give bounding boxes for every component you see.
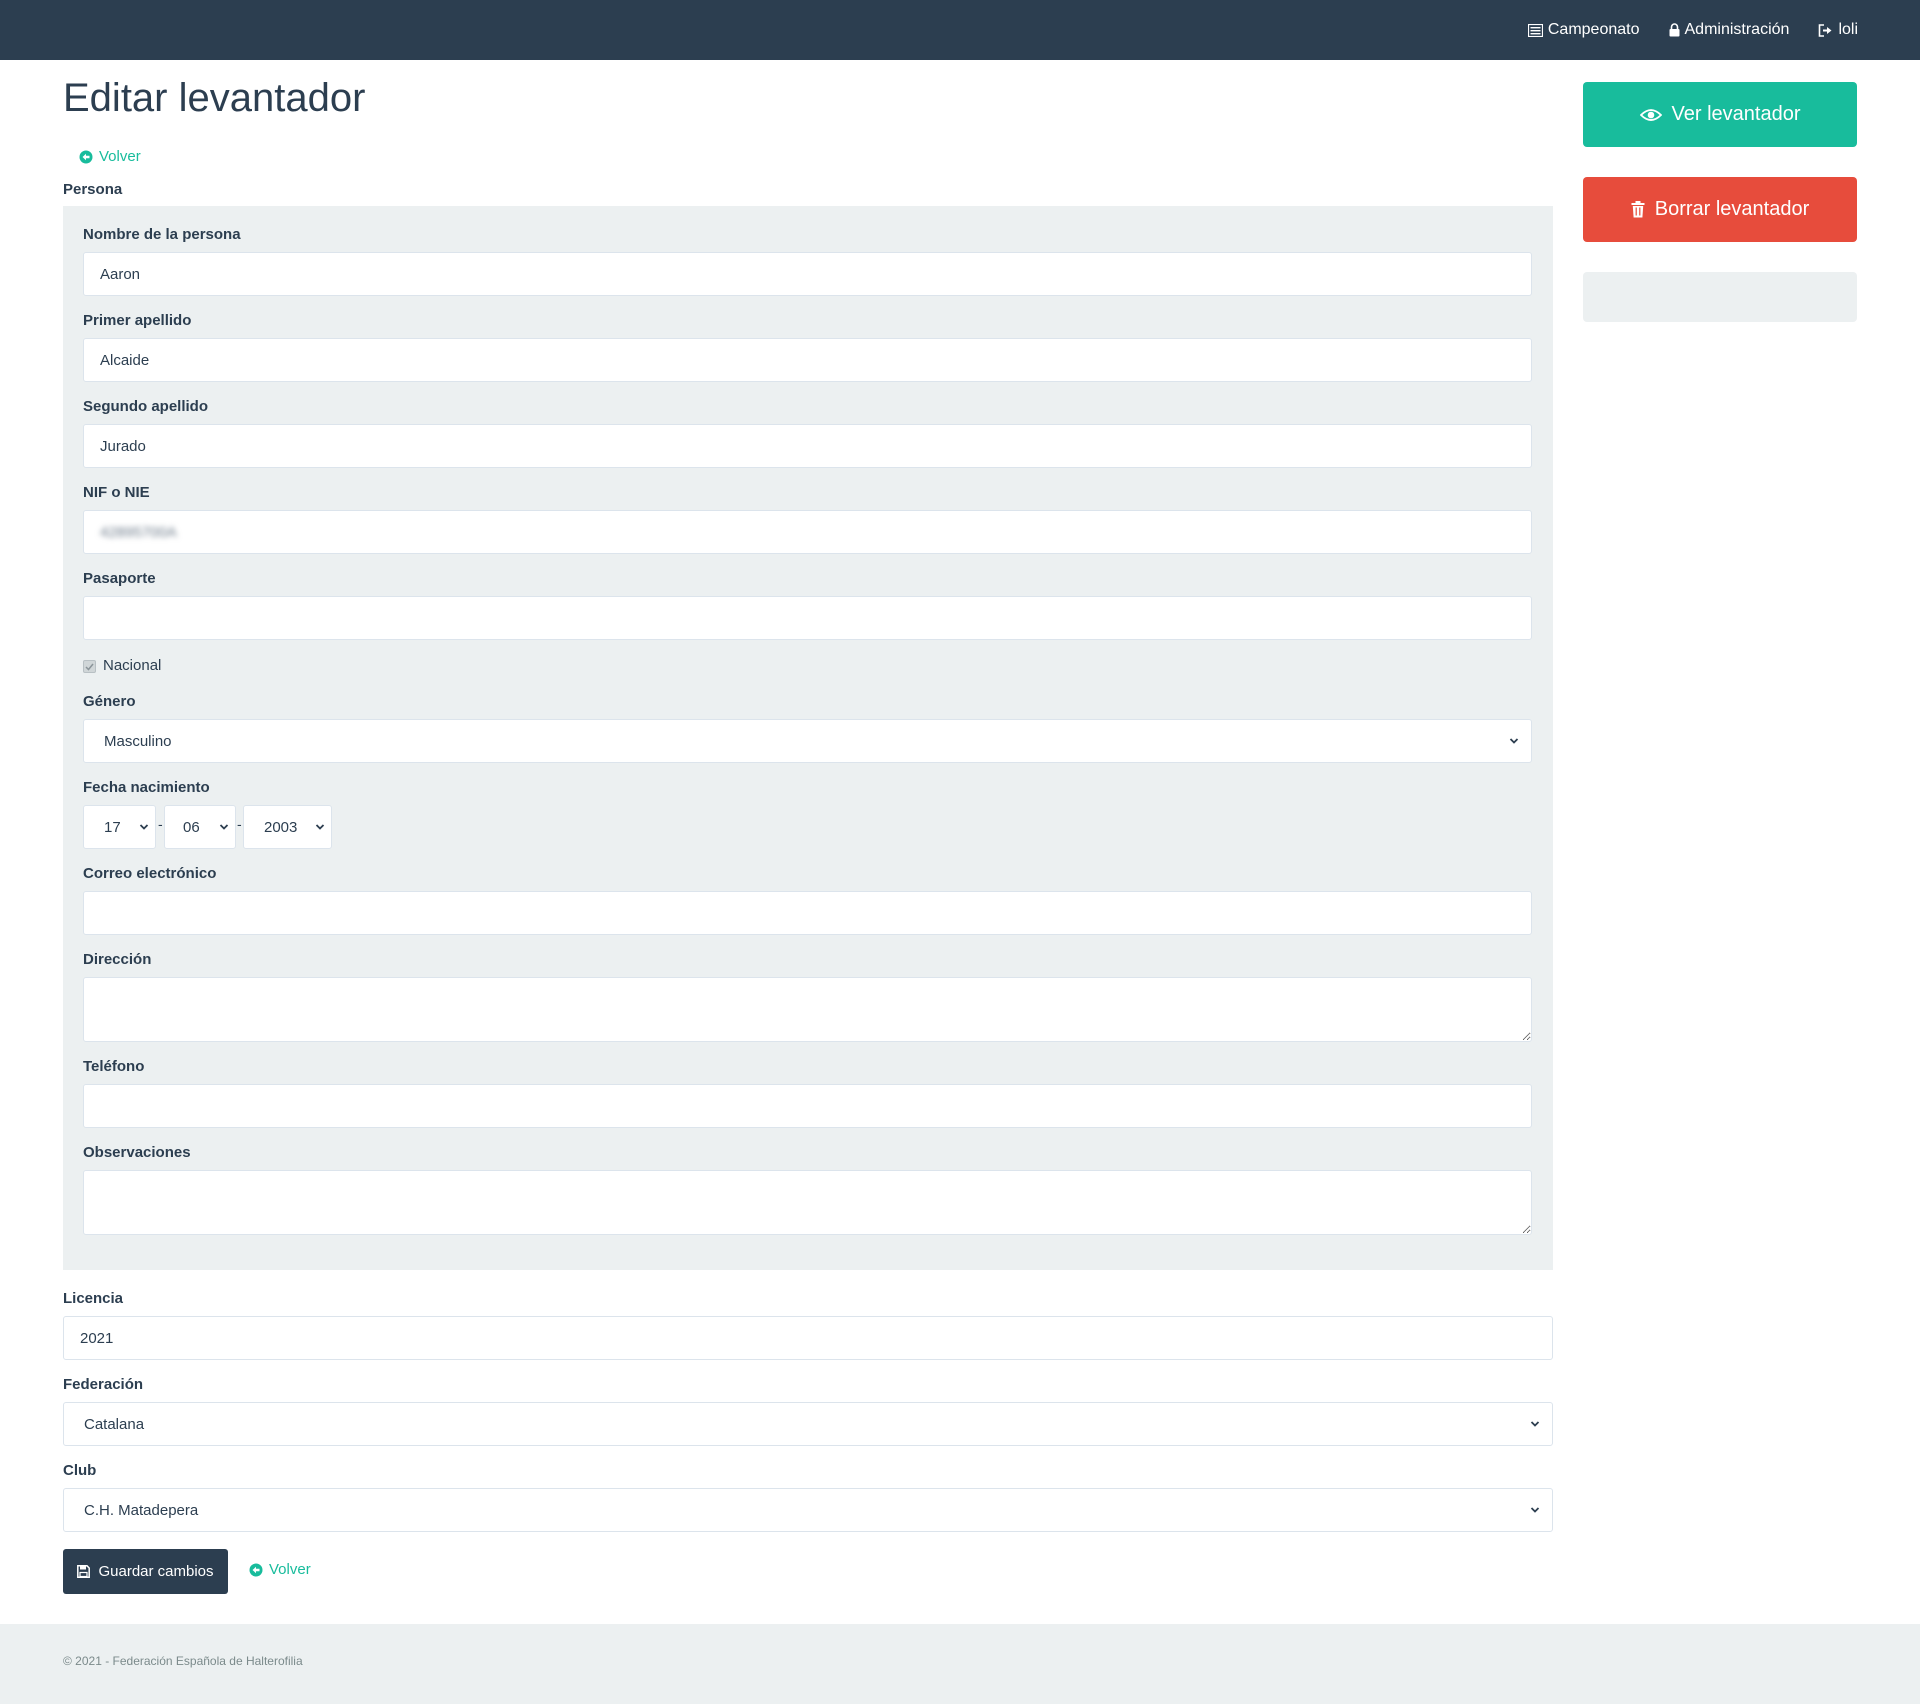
trash-icon	[1631, 201, 1645, 218]
correo-input[interactable]	[83, 891, 1532, 935]
chevron-down-icon	[219, 824, 229, 830]
back-link-bottom[interactable]: Volver	[249, 1561, 311, 1578]
back-link-bottom-label: Volver	[269, 1561, 311, 1578]
nif-label: NIF o NIE	[83, 484, 150, 501]
nacional-checkbox[interactable]	[83, 660, 96, 673]
club-select[interactable]: C.H. Matadepera	[63, 1488, 1553, 1532]
licencia-label: Licencia	[63, 1290, 124, 1307]
save-button[interactable]: Guardar cambios	[63, 1549, 228, 1594]
pasaporte-input[interactable]	[83, 596, 1532, 640]
sidebar-empty-panel	[1583, 272, 1857, 322]
back-link-top-label: Volver	[99, 148, 141, 165]
nav-campeonato-label: Campeonato	[1547, 21, 1640, 38]
primer-apellido-input[interactable]	[83, 338, 1532, 382]
nif-input[interactable]: 42895700A	[83, 510, 1532, 554]
federacion-select[interactable]: Catalana	[63, 1402, 1553, 1446]
nav-user-logout[interactable]: loli	[1818, 21, 1858, 39]
segundo-apellido-input[interactable]	[83, 424, 1532, 468]
top-navbar: Campeonato Administración loli	[0, 0, 1920, 60]
federacion-value: Catalana	[84, 1415, 145, 1433]
telefono-label: Teléfono	[83, 1058, 145, 1075]
club-label: Club	[63, 1462, 97, 1479]
genero-label: Género	[83, 693, 136, 710]
nav-administracion-label: Administración	[1684, 21, 1790, 38]
fecha-separator: -	[158, 816, 163, 832]
primer-apellido-label: Primer apellido	[83, 312, 192, 329]
fecha-day-select[interactable]: 17	[83, 805, 156, 849]
footer: © 2021 - Federación Española de Halterof…	[0, 1624, 1920, 1704]
nacional-label: Nacional	[103, 657, 162, 674]
eye-icon	[1639, 108, 1662, 121]
list-icon	[1527, 23, 1543, 37]
check-icon	[85, 663, 94, 671]
ver-levantador-button[interactable]: Ver levantador	[1583, 82, 1857, 147]
nombre-label: Nombre de la persona	[83, 226, 241, 243]
persona-well: Nombre de la persona Primer apellido Seg…	[63, 206, 1553, 1270]
pasaporte-label: Pasaporte	[83, 570, 156, 587]
fecha-month-select[interactable]: 06	[164, 805, 236, 849]
segundo-apellido-label: Segundo apellido	[83, 398, 209, 415]
nif-value: 42895700A	[100, 523, 177, 541]
arrow-circle-left-icon	[249, 1563, 263, 1576]
page-title: Editar levantador	[63, 76, 366, 120]
arrow-circle-left-icon	[79, 150, 93, 163]
observaciones-textarea[interactable]	[83, 1170, 1532, 1235]
chevron-down-icon	[1530, 1507, 1540, 1513]
direccion-textarea[interactable]	[83, 977, 1532, 1042]
footer-text: © 2021 - Federación Española de Halterof…	[63, 1654, 303, 1668]
chevron-down-icon	[139, 824, 149, 830]
nav-administracion[interactable]: Administración	[1669, 21, 1790, 39]
fecha-label: Fecha nacimiento	[83, 779, 210, 796]
observaciones-label: Observaciones	[83, 1144, 191, 1161]
chevron-down-icon	[1509, 738, 1519, 744]
fecha-year-select[interactable]: 2003	[243, 805, 332, 849]
floppy-disk-icon	[77, 1565, 91, 1578]
genero-value: Masculino	[104, 732, 172, 750]
fecha-separator: -	[237, 816, 242, 832]
genero-select[interactable]: Masculino	[83, 719, 1532, 763]
lock-icon	[1669, 23, 1679, 37]
ver-levantador-label: Ver levantador	[1671, 103, 1801, 125]
club-value: C.H. Matadepera	[84, 1501, 199, 1519]
borrar-levantador-label: Borrar levantador	[1654, 198, 1810, 220]
nav-campeonato[interactable]: Campeonato	[1527, 21, 1640, 39]
nombre-input[interactable]	[83, 252, 1532, 296]
fecha-year-value: 2003	[264, 818, 298, 836]
direccion-label: Dirección	[83, 951, 152, 968]
federacion-label: Federación	[63, 1376, 144, 1393]
chevron-down-icon	[315, 824, 325, 830]
fecha-day-value: 17	[104, 818, 121, 836]
fecha-month-value: 06	[183, 818, 200, 836]
correo-label: Correo electrónico	[83, 865, 217, 882]
back-link-top[interactable]: Volver	[79, 148, 141, 165]
sign-out-icon	[1819, 23, 1832, 37]
save-button-label: Guardar cambios	[98, 1563, 214, 1580]
nav-user-label: loli	[1838, 21, 1858, 38]
telefono-input[interactable]	[83, 1084, 1532, 1128]
borrar-levantador-button[interactable]: Borrar levantador	[1583, 177, 1857, 242]
licencia-input[interactable]	[63, 1316, 1553, 1360]
chevron-down-icon	[1530, 1421, 1540, 1427]
persona-section-label: Persona	[63, 181, 123, 198]
